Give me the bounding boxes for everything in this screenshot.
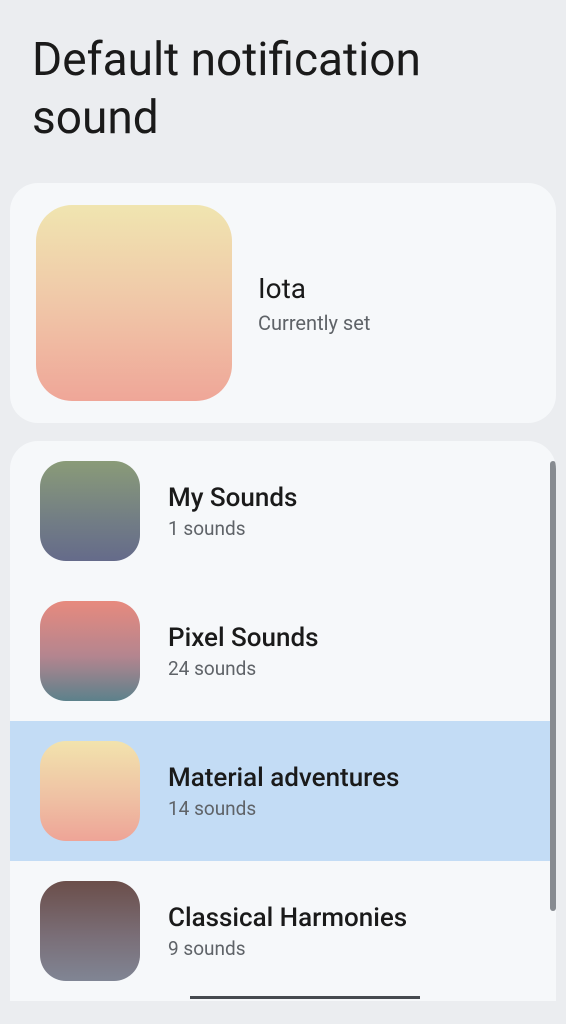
- category-name: Pixel Sounds: [168, 623, 319, 653]
- category-info: Pixel Sounds 24 sounds: [168, 623, 319, 680]
- category-info: My Sounds 1 sounds: [168, 483, 297, 540]
- scrollbar[interactable]: [550, 461, 556, 911]
- current-sound-label: Currently set: [258, 311, 370, 335]
- category-thumb: [40, 741, 140, 841]
- category-item-classical-harmonies[interactable]: Classical Harmonies 9 sounds: [10, 861, 556, 1001]
- category-info: Material adventures 14 sounds: [168, 763, 399, 820]
- category-name: Material adventures: [168, 763, 399, 793]
- current-sound-thumb: [36, 205, 232, 401]
- bottom-indicator: [190, 996, 420, 999]
- category-name: Classical Harmonies: [168, 903, 407, 933]
- category-count: 14 sounds: [168, 797, 399, 820]
- category-count: 24 sounds: [168, 657, 319, 680]
- current-sound-info: Iota Currently set: [258, 272, 370, 335]
- category-thumb: [40, 881, 140, 981]
- category-thumb: [40, 461, 140, 561]
- category-info: Classical Harmonies 9 sounds: [168, 903, 407, 960]
- category-count: 9 sounds: [168, 937, 407, 960]
- page-title: Default notification sound: [0, 0, 566, 147]
- category-name: My Sounds: [168, 483, 297, 513]
- category-item-my-sounds[interactable]: My Sounds 1 sounds: [10, 441, 556, 581]
- category-thumb: [40, 601, 140, 701]
- sound-category-list: My Sounds 1 sounds Pixel Sounds 24 sound…: [10, 441, 556, 1001]
- current-sound-card[interactable]: Iota Currently set: [10, 183, 556, 423]
- category-count: 1 sounds: [168, 517, 297, 540]
- category-item-material-adventures[interactable]: Material adventures 14 sounds: [10, 721, 556, 861]
- category-item-pixel-sounds[interactable]: Pixel Sounds 24 sounds: [10, 581, 556, 721]
- current-sound-name: Iota: [258, 272, 370, 305]
